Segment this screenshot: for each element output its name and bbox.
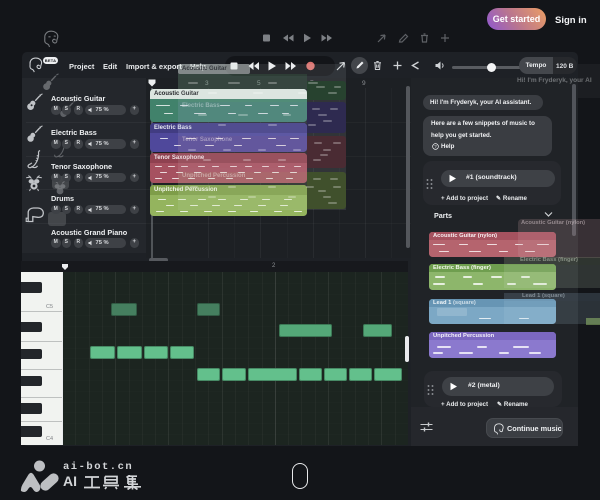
- svg-text:?: ?: [434, 144, 437, 149]
